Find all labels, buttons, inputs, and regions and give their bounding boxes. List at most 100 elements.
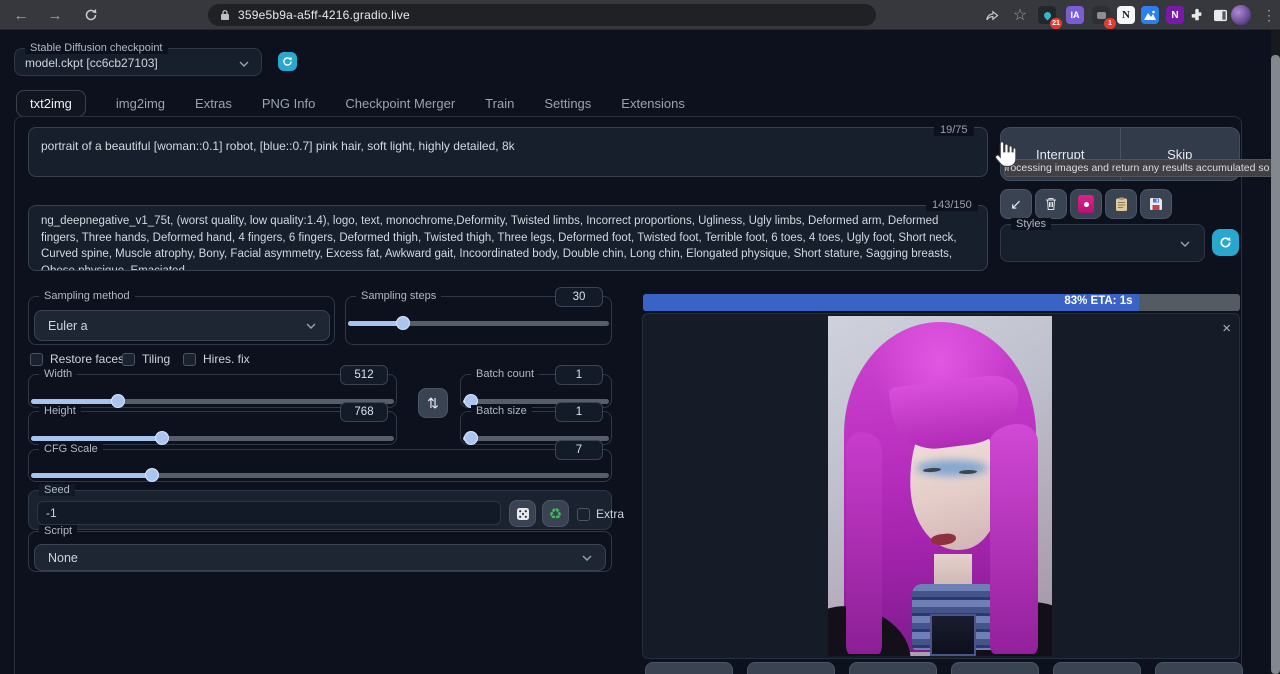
show-extra-networks-button[interactable] bbox=[1070, 189, 1102, 219]
address-bar[interactable]: 359e5b9a-a5ff-4216.gradio.live bbox=[208, 4, 876, 26]
batch-count-input[interactable] bbox=[555, 365, 603, 385]
negative-prompt-token-counter: 143/150 bbox=[926, 199, 978, 211]
restore-faces-checkbox[interactable] bbox=[30, 353, 43, 366]
sampling-steps-slider[interactable] bbox=[348, 321, 609, 326]
tiling-option[interactable]: Tiling bbox=[122, 352, 170, 366]
script-select[interactable]: None bbox=[34, 544, 606, 571]
checkpoint-refresh-button[interactable] bbox=[278, 52, 297, 71]
script-value: None bbox=[48, 551, 78, 565]
sampling-steps-block: Sampling steps bbox=[345, 296, 612, 345]
tiling-checkbox[interactable] bbox=[122, 353, 135, 366]
extra-seed-label: Extra bbox=[596, 507, 624, 521]
output-action-button-5[interactable] bbox=[1053, 662, 1141, 674]
output-action-button-1[interactable] bbox=[645, 662, 733, 674]
script-label: Script bbox=[39, 525, 77, 537]
ia-extension-icon[interactable]: IA bbox=[1066, 6, 1084, 24]
tab-png-info[interactable]: PNG Info bbox=[262, 96, 315, 111]
apply-style-button[interactable] bbox=[1105, 189, 1137, 219]
extensions-puzzle-icon[interactable] bbox=[1186, 4, 1208, 26]
camera-extension-icon[interactable]: 1 bbox=[1092, 6, 1110, 24]
tab-img2img[interactable]: img2img bbox=[116, 96, 165, 111]
portrait-right-hair-strand bbox=[990, 424, 1038, 654]
portrait-left-hair-strand bbox=[846, 432, 882, 654]
cfg-scale-input[interactable] bbox=[555, 440, 603, 460]
chevron-down-icon bbox=[306, 323, 316, 329]
side-panel-icon[interactable] bbox=[1209, 4, 1231, 26]
output-action-button-3[interactable] bbox=[849, 662, 937, 674]
share-icon[interactable] bbox=[981, 4, 1003, 26]
restore-faces-option[interactable]: Restore faces bbox=[30, 352, 124, 366]
progress-text: 83% ETA: 1s bbox=[1064, 295, 1132, 307]
height-input[interactable] bbox=[340, 402, 388, 422]
output-action-button-4[interactable] bbox=[951, 662, 1039, 674]
browser-menu-icon[interactable]: ⋮ bbox=[1258, 4, 1280, 26]
lock-icon bbox=[220, 9, 230, 21]
height-label: Height bbox=[39, 405, 81, 417]
mountain-glyph bbox=[1144, 10, 1156, 20]
recycle-icon: ♻ bbox=[549, 505, 562, 523]
browser-forward-icon[interactable]: → bbox=[44, 4, 66, 26]
pin-extension-icon[interactable]: 21 bbox=[1038, 6, 1056, 24]
checkpoint-dropdown[interactable]: Stable Diffusion checkpoint model.ckpt [… bbox=[14, 48, 262, 76]
cfg-scale-slider[interactable] bbox=[31, 473, 609, 478]
cfg-scale-label: CFG Scale bbox=[39, 443, 103, 455]
tab-train[interactable]: Train bbox=[485, 96, 514, 111]
output-action-button-6[interactable] bbox=[1155, 662, 1243, 674]
trash-icon bbox=[1045, 197, 1057, 211]
tab-settings[interactable]: Settings bbox=[544, 96, 591, 111]
output-action-button-2[interactable] bbox=[747, 662, 835, 674]
batch-size-label: Batch size bbox=[471, 405, 532, 417]
clear-prompt-button[interactable] bbox=[1035, 189, 1067, 219]
tab-txt2img[interactable]: txt2img bbox=[16, 90, 86, 117]
extra-networks-card-icon bbox=[1078, 195, 1094, 213]
styles-dropdown[interactable]: Styles bbox=[1000, 224, 1205, 262]
pin-glyph bbox=[1042, 10, 1052, 20]
paste-generation-params-button[interactable]: ↙ bbox=[1000, 189, 1032, 219]
browser-reload-icon[interactable] bbox=[80, 4, 102, 26]
profile-avatar[interactable] bbox=[1231, 5, 1251, 25]
close-preview-icon[interactable]: × bbox=[1222, 320, 1231, 337]
notion-extension-icon[interactable]: N bbox=[1117, 6, 1135, 24]
random-seed-button[interactable] bbox=[509, 500, 536, 527]
tab-checkpoint-merger[interactable]: Checkpoint Merger bbox=[345, 96, 455, 111]
onenote-extension-icon[interactable]: N bbox=[1166, 6, 1184, 24]
batch-count-label: Batch count bbox=[471, 368, 539, 380]
sampling-method-block: Sampling method Euler a bbox=[28, 296, 335, 345]
sampling-steps-input[interactable] bbox=[555, 287, 603, 307]
extra-seed-checkbox[interactable] bbox=[577, 508, 590, 521]
extra-seed-option[interactable]: Extra bbox=[577, 507, 624, 521]
swap-arrows-icon: ⇅ bbox=[427, 395, 439, 412]
width-input[interactable] bbox=[340, 365, 388, 385]
bookmark-star-icon[interactable]: ☆ bbox=[1009, 4, 1031, 26]
page-scrollbar-thumb[interactable] bbox=[1271, 55, 1280, 674]
sampling-method-select[interactable]: Euler a bbox=[34, 310, 330, 341]
portrait-collar-box bbox=[930, 614, 976, 656]
seed-input[interactable] bbox=[37, 501, 501, 525]
batch-size-input[interactable] bbox=[555, 402, 603, 422]
styles-refresh-button[interactable] bbox=[1212, 229, 1239, 256]
prompt-input[interactable]: portrait of a beautiful [woman::0.1] rob… bbox=[28, 127, 988, 177]
clipboard-icon bbox=[1115, 197, 1128, 212]
generation-progress-bar: 83% ETA: 1s bbox=[643, 294, 1240, 311]
styles-label: Styles bbox=[1011, 218, 1051, 230]
tab-extensions[interactable]: Extensions bbox=[621, 96, 685, 111]
swap-width-height-button[interactable]: ⇅ bbox=[418, 388, 448, 418]
generated-image-preview[interactable] bbox=[828, 316, 1052, 656]
hires-fix-option[interactable]: Hires. fix bbox=[183, 352, 250, 366]
reuse-seed-button[interactable]: ♻ bbox=[542, 500, 569, 527]
chevron-down-icon bbox=[1180, 241, 1190, 247]
floppy-save-icon bbox=[1149, 197, 1163, 211]
hires-fix-checkbox[interactable] bbox=[183, 353, 196, 366]
negative-prompt-input[interactable]: ng_deepnegative_v1_75t, (worst quality, … bbox=[28, 205, 988, 271]
save-style-button[interactable] bbox=[1140, 189, 1172, 219]
browser-back-icon[interactable]: ← bbox=[10, 4, 32, 26]
interrupt-tooltip: processing images and return any results… bbox=[1004, 159, 1280, 177]
sampling-steps-label: Sampling steps bbox=[356, 290, 441, 302]
hires-fix-label: Hires. fix bbox=[203, 352, 250, 366]
height-slider[interactable] bbox=[31, 436, 394, 441]
chevron-down-icon bbox=[582, 555, 592, 561]
tab-extras[interactable]: Extras bbox=[195, 96, 232, 111]
width-slider[interactable] bbox=[31, 399, 394, 404]
photos-extension-icon[interactable] bbox=[1141, 6, 1159, 24]
mouse-cursor-hand-icon bbox=[991, 139, 1017, 171]
